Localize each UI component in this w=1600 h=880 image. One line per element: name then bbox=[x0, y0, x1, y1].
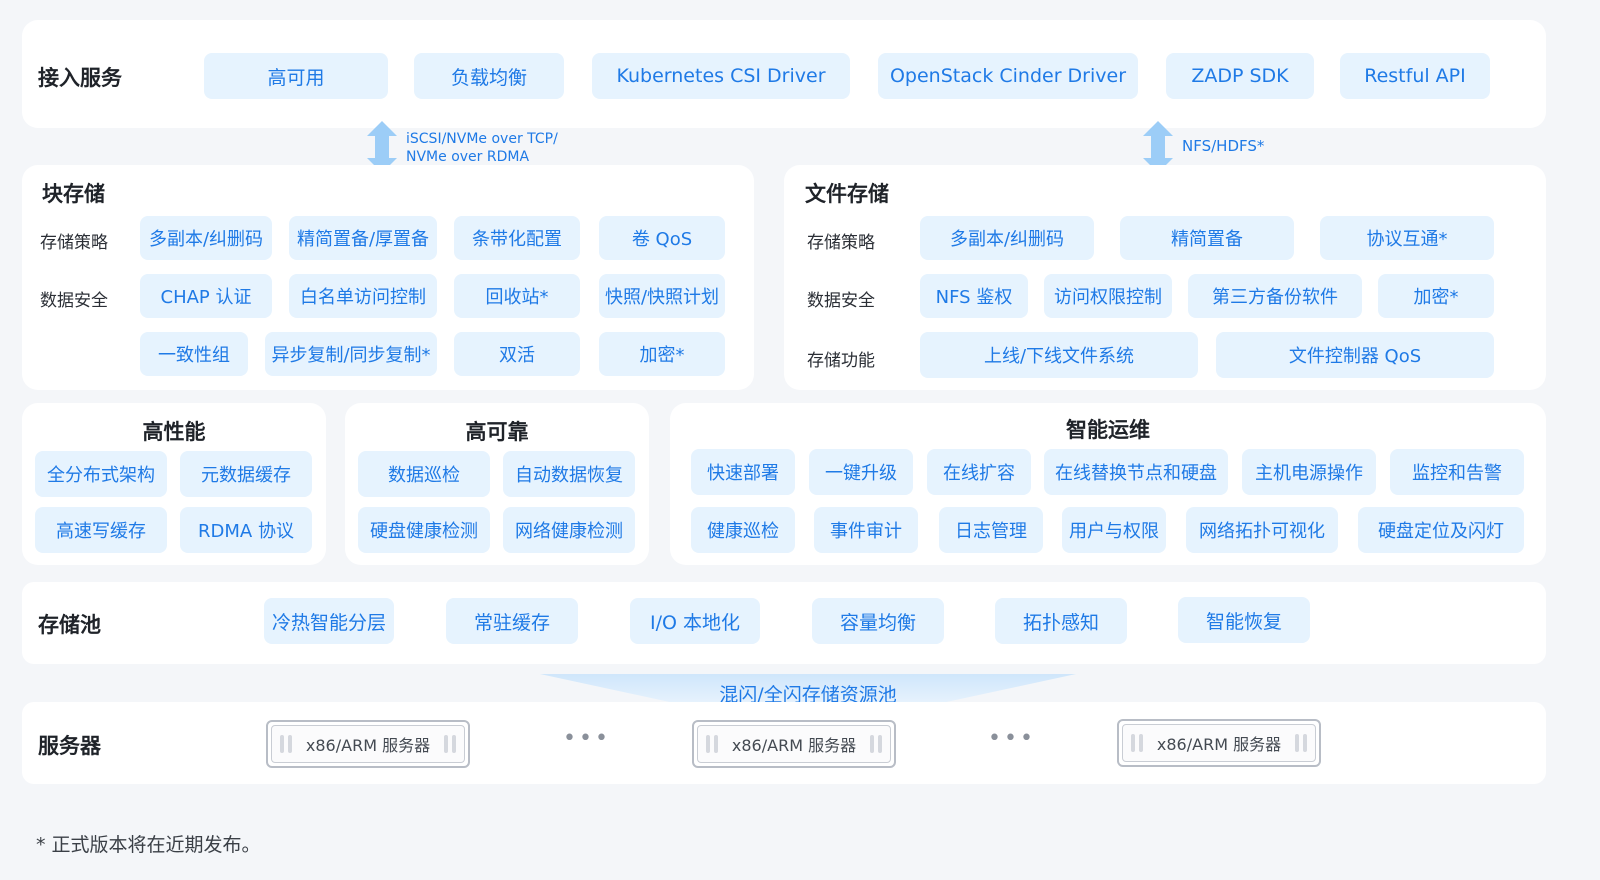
ops-power-ops[interactable]: 主机电源操作 bbox=[1242, 449, 1376, 495]
perf-distributed-arch[interactable]: 全分布式架构 bbox=[35, 451, 167, 497]
storage-pool-title: 存储池 bbox=[38, 613, 101, 637]
server-slots-icon bbox=[706, 735, 718, 753]
rel-disk-health[interactable]: 硬盘健康检测 bbox=[358, 507, 490, 553]
ops-quick-deploy[interactable]: 快速部署 bbox=[691, 449, 795, 495]
server-label-1: x86/ARM 服务器 bbox=[305, 736, 431, 755]
file-storage-title: 文件存储 bbox=[805, 182, 889, 206]
server-label-2: x86/ARM 服务器 bbox=[731, 736, 857, 755]
pool-io-locality[interactable]: I/O 本地化 bbox=[630, 598, 760, 644]
ops-replace-node-disk[interactable]: 在线替换节点和硬盘 bbox=[1044, 449, 1228, 495]
access-item-zadp-sdk[interactable]: ZADP SDK bbox=[1166, 53, 1314, 99]
ops-monitor-alert[interactable]: 监控和告警 bbox=[1390, 449, 1524, 495]
block-policy-replica-ec[interactable]: 多副本/纠删码 bbox=[140, 216, 272, 260]
block-security-chap[interactable]: CHAP 认证 bbox=[140, 274, 272, 318]
file-policy-replica-ec[interactable]: 多副本/纠删码 bbox=[920, 216, 1094, 260]
server-label-3: x86/ARM 服务器 bbox=[1156, 735, 1282, 754]
access-item-openstack-cinder[interactable]: OpenStack Cinder Driver bbox=[878, 53, 1138, 99]
rel-network-health[interactable]: 网络健康检测 bbox=[503, 507, 635, 553]
block-security-label: 数据安全 bbox=[40, 291, 108, 311]
reliability-title: 高可靠 bbox=[465, 420, 529, 444]
block-protocol-line2: NVMe over RDMA bbox=[406, 149, 530, 165]
access-item-ha[interactable]: 高可用 bbox=[204, 53, 388, 99]
access-item-load-balance[interactable]: 负载均衡 bbox=[414, 53, 564, 99]
ops-online-expand[interactable]: 在线扩容 bbox=[927, 449, 1031, 495]
file-security-nfs-auth[interactable]: NFS 鉴权 bbox=[920, 274, 1028, 318]
block-security-recycle-bin[interactable]: 回收站* bbox=[454, 274, 580, 318]
perf-metadata-cache[interactable]: 元数据缓存 bbox=[180, 451, 312, 497]
ops-users-permissions[interactable]: 用户与权限 bbox=[1062, 507, 1166, 553]
ops-disk-locate[interactable]: 硬盘定位及闪灯 bbox=[1358, 507, 1524, 553]
server-node-2: x86/ARM 服务器 bbox=[692, 720, 896, 768]
block-storage-title: 块存储 bbox=[42, 182, 105, 206]
ops-one-click-upgrade[interactable]: 一键升级 bbox=[809, 449, 913, 495]
server-slots-icon bbox=[1295, 734, 1307, 752]
access-item-k8s-csi[interactable]: Kubernetes CSI Driver bbox=[592, 53, 850, 99]
block-security-snapshot[interactable]: 快照/快照计划 bbox=[599, 274, 725, 318]
server-node-1: x86/ARM 服务器 bbox=[266, 720, 470, 768]
block-policy-stripe[interactable]: 条带化配置 bbox=[454, 216, 580, 260]
block-security-encryption[interactable]: 加密* bbox=[599, 332, 725, 376]
server-slots-icon bbox=[870, 735, 882, 753]
file-function-controller-qos[interactable]: 文件控制器 QoS bbox=[1216, 332, 1494, 378]
file-protocol-label: NFS/HDFS* bbox=[1182, 137, 1265, 155]
file-policy-protocol-interop[interactable]: 协议互通* bbox=[1320, 216, 1494, 260]
server-title: 服务器 bbox=[38, 734, 101, 758]
file-security-encryption[interactable]: 加密* bbox=[1378, 274, 1494, 318]
block-policy-qos[interactable]: 卷 QoS bbox=[599, 216, 725, 260]
server-node-3: x86/ARM 服务器 bbox=[1117, 719, 1321, 767]
access-service-title: 接入服务 bbox=[38, 66, 122, 90]
block-policy-thin-thick[interactable]: 精简置备/厚置备 bbox=[289, 216, 437, 260]
file-security-label: 数据安全 bbox=[807, 291, 875, 311]
ops-event-audit[interactable]: 事件审计 bbox=[814, 507, 918, 553]
file-function-label: 存储功能 bbox=[807, 351, 875, 371]
file-function-online-offline[interactable]: 上线/下线文件系统 bbox=[920, 332, 1198, 378]
block-security-whitelist[interactable]: 白名单访问控制 bbox=[289, 274, 437, 318]
storage-pool-panel bbox=[22, 582, 1546, 664]
block-protocol-line1: iSCSI/NVMe over TCP/ bbox=[406, 131, 558, 147]
pool-capacity-balance[interactable]: 容量均衡 bbox=[812, 598, 944, 644]
footnote: * 正式版本将在近期发布。 bbox=[36, 834, 261, 856]
file-policy-thin[interactable]: 精简置备 bbox=[1120, 216, 1294, 260]
block-policy-label: 存储策略 bbox=[40, 233, 108, 253]
ops-network-topology[interactable]: 网络拓扑可视化 bbox=[1186, 507, 1338, 553]
perf-write-cache[interactable]: 高速写缓存 bbox=[35, 507, 167, 553]
ellipsis-icon: ••• bbox=[988, 726, 1036, 751]
ops-health-patrol[interactable]: 健康巡检 bbox=[691, 507, 795, 553]
block-security-consistency-group[interactable]: 一致性组 bbox=[140, 332, 248, 376]
server-slots-icon bbox=[280, 735, 292, 753]
rel-data-scrub[interactable]: 数据巡检 bbox=[358, 451, 490, 497]
block-security-active-active[interactable]: 双活 bbox=[454, 332, 580, 376]
ellipsis-icon: ••• bbox=[563, 726, 611, 751]
rel-auto-recovery[interactable]: 自动数据恢复 bbox=[503, 451, 635, 497]
pool-hot-cold-tiering[interactable]: 冷热智能分层 bbox=[264, 598, 394, 644]
file-security-backup-software[interactable]: 第三方备份软件 bbox=[1188, 274, 1362, 318]
file-policy-label: 存储策略 bbox=[807, 233, 875, 253]
file-security-access-control[interactable]: 访问权限控制 bbox=[1044, 274, 1172, 318]
perf-rdma[interactable]: RDMA 协议 bbox=[180, 507, 312, 553]
pool-topology-aware[interactable]: 拓扑感知 bbox=[995, 598, 1127, 644]
access-item-restful-api[interactable]: Restful API bbox=[1340, 53, 1490, 99]
ops-log-mgmt[interactable]: 日志管理 bbox=[939, 507, 1043, 553]
block-security-replication[interactable]: 异步复制/同步复制* bbox=[265, 332, 437, 376]
ops-title: 智能运维 bbox=[1066, 418, 1150, 442]
performance-title: 高性能 bbox=[142, 420, 206, 444]
server-slots-icon bbox=[444, 735, 456, 753]
server-slots-icon bbox=[1131, 734, 1143, 752]
pool-resident-cache[interactable]: 常驻缓存 bbox=[446, 598, 578, 644]
pool-smart-recovery[interactable]: 智能恢复 bbox=[1178, 597, 1310, 643]
